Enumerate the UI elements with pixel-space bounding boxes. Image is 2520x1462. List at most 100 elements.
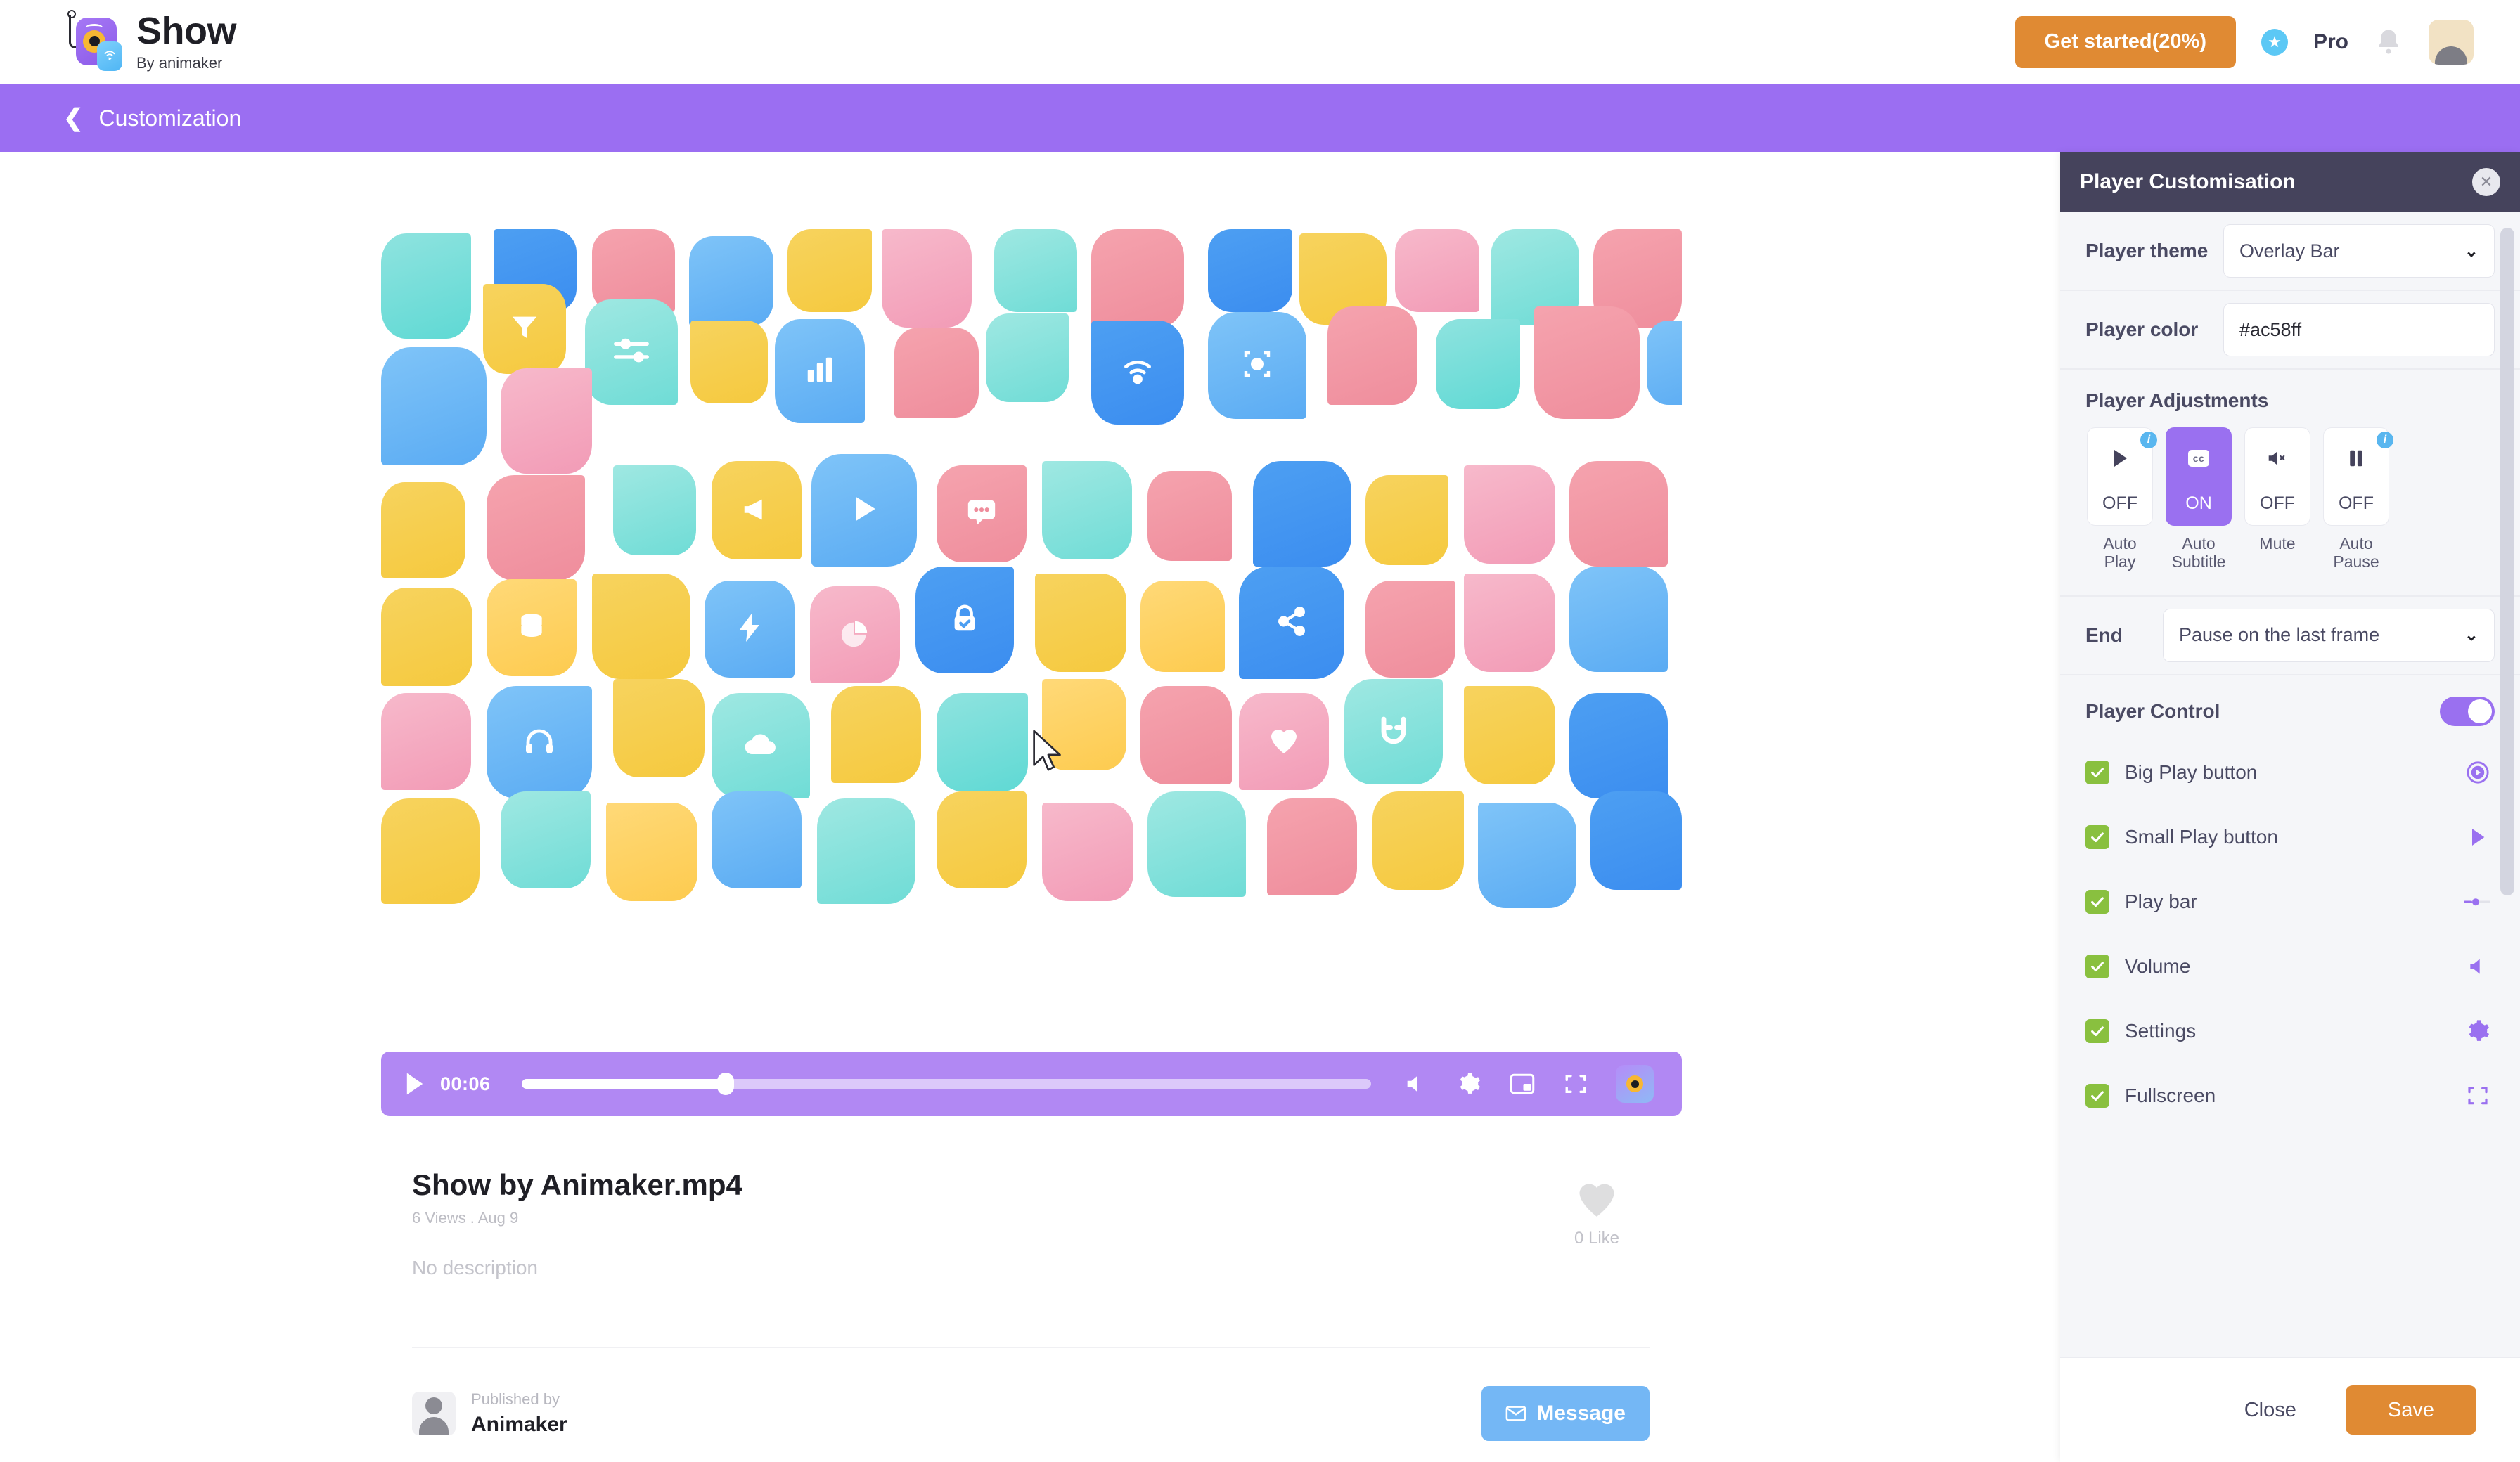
heart-icon	[1267, 725, 1301, 759]
like-button[interactable]: 0 Like	[1544, 1178, 1650, 1248]
db-icon	[516, 611, 547, 645]
adjustment-state: OFF	[2339, 493, 2374, 513]
publisher-name: Animaker	[471, 1413, 567, 1436]
save-button[interactable]: Save	[2345, 1385, 2476, 1435]
adjustment-toggle-card[interactable]: cc ON	[2166, 427, 2232, 526]
player-control-item[interactable]: Small Play button	[2060, 805, 2520, 869]
video-control-bar[interactable]: 00:06	[381, 1052, 1682, 1116]
video-tile	[1091, 229, 1184, 328]
video-tile	[1478, 803, 1576, 908]
player-theme-value: Overlay Bar	[2239, 240, 2340, 261]
close-button[interactable]: Close	[2244, 1399, 2296, 1422]
adjustment-state: OFF	[2260, 493, 2295, 513]
player-control-header: Player Control	[2060, 675, 2520, 740]
app-logo[interactable]: Show By animaker	[68, 9, 237, 72]
fullscreen-icon[interactable]	[1562, 1070, 1589, 1097]
mouse-cursor	[1033, 730, 1061, 771]
video-preview[interactable]	[381, 229, 1682, 1115]
player-control-item[interactable]: Fullscreen	[2060, 1063, 2520, 1128]
panel-scrollbar[interactable]	[2500, 228, 2514, 895]
play-icon	[845, 490, 883, 531]
heart-icon[interactable]	[1575, 1178, 1619, 1219]
share-icon	[1275, 605, 1308, 641]
video-tile	[606, 803, 698, 901]
like-count: 0 Like	[1574, 1229, 1620, 1248]
player-control-item[interactable]: Big Play button	[2060, 740, 2520, 805]
player-adjustments-heading: Player Adjustments	[2085, 389, 2269, 411]
bolt-icon	[733, 611, 766, 648]
video-tile	[1590, 791, 1682, 890]
video-tile-heart	[1239, 693, 1329, 790]
video-tile	[1042, 461, 1132, 559]
picture-in-picture-icon[interactable]	[1509, 1070, 1536, 1097]
info-icon[interactable]: i	[2140, 432, 2157, 448]
player-control-toggle[interactable]	[2440, 696, 2495, 726]
player-theme-select[interactable]: Overlay Bar ⌄	[2223, 224, 2495, 278]
video-tile-head	[487, 686, 592, 798]
checkbox-icon[interactable]	[2085, 1018, 2109, 1043]
volume-icon[interactable]	[1402, 1070, 1429, 1097]
video-tile	[381, 588, 472, 686]
progress-bar[interactable]	[521, 1073, 1371, 1095]
funnel-icon	[508, 311, 541, 347]
show-logo-badge[interactable]	[1616, 1065, 1654, 1103]
video-tile	[937, 693, 1028, 791]
checkbox-icon[interactable]	[2085, 1083, 2109, 1108]
play-icon[interactable]	[405, 1072, 425, 1096]
video-tile	[381, 347, 487, 465]
player-control-item[interactable]: Play bar	[2060, 869, 2520, 934]
bell-icon[interactable]	[2374, 26, 2403, 58]
video-tile	[712, 791, 802, 888]
adjustment-mute: OFF Mute	[2243, 427, 2312, 571]
player-control-item[interactable]: Settings	[2060, 999, 2520, 1063]
player-color-label: Player color	[2085, 318, 2199, 340]
adjustment-toggle-card[interactable]: OFF	[2244, 427, 2310, 526]
video-tile-sliders	[585, 299, 678, 405]
video-tile	[817, 798, 915, 904]
control-bar-icons	[1402, 1065, 1661, 1103]
video-tile	[1148, 791, 1246, 897]
top-bar: Show By animaker Get started(20%) ★ Pro	[0, 0, 2520, 84]
pro-label[interactable]: Pro	[2313, 30, 2348, 54]
breadcrumb-label[interactable]: Customization	[99, 105, 242, 131]
player-color-input[interactable]	[2224, 304, 2494, 356]
cc-icon: cc	[2187, 444, 2210, 473]
video-tile-chart	[775, 319, 865, 423]
video-tile	[1464, 574, 1555, 672]
checkbox-icon[interactable]	[2085, 824, 2109, 849]
main-content: 00:06 Show by Animaker.mp4 6 Views . Aug…	[0, 152, 2060, 1462]
mega-icon	[740, 493, 773, 529]
video-tile-magnet	[1344, 679, 1443, 784]
close-icon[interactable]: ✕	[2472, 168, 2500, 196]
get-started-button[interactable]: Get started(20%)	[2014, 15, 2236, 68]
video-tile	[1035, 574, 1126, 672]
avatar[interactable]	[2429, 19, 2474, 65]
chat-icon	[965, 497, 998, 531]
video-tile	[1042, 803, 1133, 901]
player-control-item[interactable]: Volume	[2060, 934, 2520, 999]
wifi-icon	[1120, 354, 1155, 392]
checkbox-icon[interactable]	[2085, 889, 2109, 914]
gear-icon	[2464, 1017, 2492, 1045]
player-control-title: Player Control	[2085, 699, 2220, 722]
video-tile	[381, 233, 471, 339]
end-behaviour-select[interactable]: Pause on the last frame ⌄	[2163, 608, 2495, 662]
chevron-left-icon[interactable]: ❮	[63, 106, 84, 130]
breadcrumb[interactable]: ❮ Customization	[0, 84, 2520, 152]
checkbox-icon[interactable]	[2085, 954, 2109, 978]
message-button[interactable]: Message	[1481, 1386, 1650, 1441]
gear-icon[interactable]	[1455, 1070, 1482, 1097]
video-tile-target	[1208, 312, 1306, 419]
star-icon[interactable]: ★	[2261, 28, 2288, 56]
video-tile	[1569, 461, 1668, 567]
progress-knob[interactable]	[716, 1073, 734, 1095]
video-tile-funnel	[483, 284, 566, 374]
player-color-field[interactable]	[2223, 303, 2495, 356]
video-tile	[1647, 321, 1682, 405]
info-icon[interactable]: i	[2377, 432, 2393, 448]
panel-body[interactable]: Player theme Overlay Bar ⌄ Player color …	[2060, 212, 2520, 1357]
adjustment-label: Auto Play	[2103, 534, 2137, 571]
volume-mute-icon	[2266, 444, 2289, 473]
checkbox-icon[interactable]	[2085, 760, 2109, 784]
adjustment-auto-pause: OFF i Auto Pause	[2322, 427, 2393, 571]
